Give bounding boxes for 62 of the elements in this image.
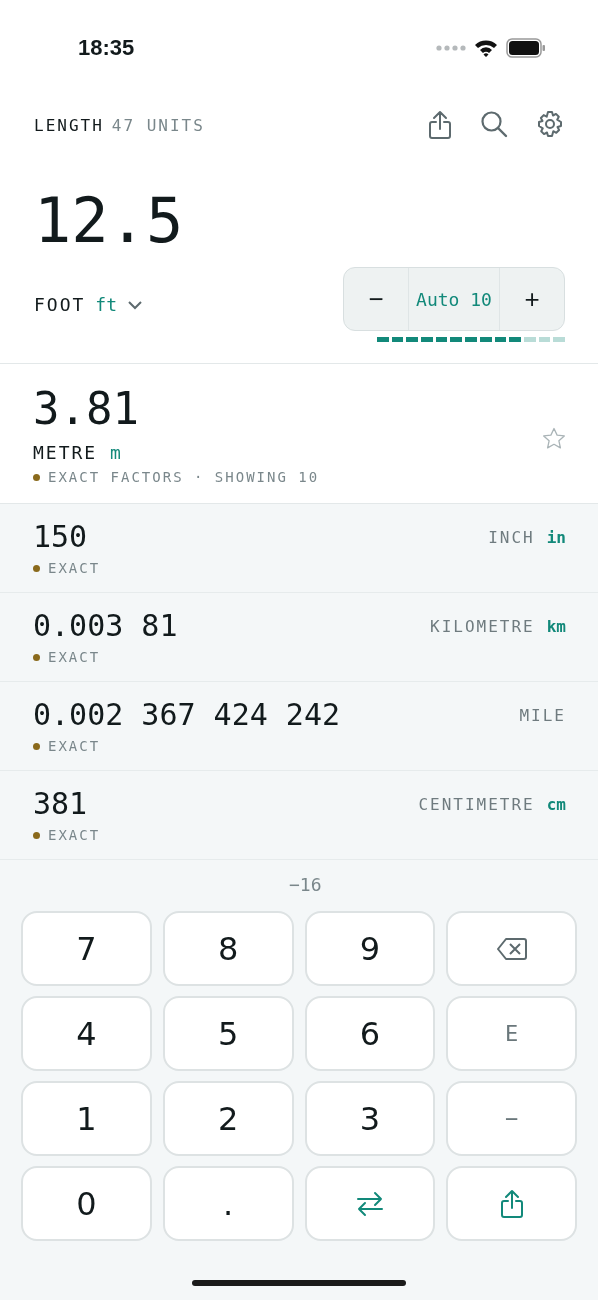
- share-icon: [499, 1188, 524, 1219]
- increase-button[interactable]: +: [500, 268, 564, 330]
- digit-key[interactable]: 4: [21, 996, 152, 1071]
- result-value: 381: [33, 787, 89, 821]
- wifi-icon: [474, 38, 498, 57]
- digit-key[interactable]: 7: [21, 911, 152, 986]
- exponent: −16: [289, 874, 322, 896]
- share-icon: [428, 110, 452, 140]
- unit-count: 47 UNITS: [111, 115, 205, 135]
- unit-picker[interactable]: FOOT ft: [34, 294, 144, 315]
- symbol-key[interactable]: −: [446, 1081, 577, 1156]
- search-icon: [480, 110, 508, 138]
- result-note: EXACT: [48, 827, 101, 843]
- result-row[interactable]: 0.003 81 EXACT KILOMETRE km: [0, 593, 598, 682]
- star-icon[interactable]: [542, 426, 566, 451]
- digit-key[interactable]: 1: [21, 1081, 152, 1156]
- category-title: LENGTH: [34, 115, 104, 135]
- backspace-icon: [496, 936, 527, 961]
- share-key[interactable]: [446, 1166, 577, 1241]
- digit-key[interactable]: 9: [304, 911, 436, 986]
- status-dot: [33, 653, 40, 661]
- input-value[interactable]: 12.5: [0, 155, 598, 267]
- chevron-down-icon: [127, 299, 144, 310]
- result-value: 0.003 81: [33, 609, 178, 643]
- unit-name: METRE m: [33, 442, 122, 463]
- decrease-button[interactable]: −: [344, 268, 408, 330]
- backspace-key[interactable]: [446, 911, 577, 986]
- status-dot: [33, 742, 40, 750]
- unit-name: MILE: [519, 706, 566, 727]
- swap-arrows-icon: [355, 1190, 384, 1217]
- result-value: 3.81: [33, 384, 140, 434]
- result-note: EXACT: [48, 738, 101, 754]
- status-dot: [33, 473, 40, 481]
- result-value: 0.002 367 424 242: [33, 698, 341, 732]
- result-note: EXACT: [48, 649, 101, 665]
- precision-label: Auto 10: [408, 268, 500, 330]
- signal-icon: [436, 44, 466, 51]
- status-dot: [33, 831, 40, 839]
- result-row[interactable]: 0.002 367 424 242 EXACT MILE: [0, 682, 598, 771]
- settings-icon: [536, 110, 564, 138]
- result-row[interactable]: 381 EXACT CENTIMETRE cm: [0, 771, 598, 860]
- digit-key[interactable]: 3: [304, 1081, 436, 1156]
- digit-key[interactable]: .: [162, 1166, 294, 1241]
- unit-name: CENTIMETRE cm: [418, 795, 566, 816]
- digit-key[interactable]: 8: [162, 911, 294, 986]
- digit-key[interactable]: 2: [162, 1081, 294, 1156]
- unit-name: KILOMETRE km: [430, 617, 566, 638]
- battery-icon: [506, 37, 546, 58]
- share-button[interactable]: [428, 110, 452, 140]
- result-note: EXACT FACTORS · SHOWING 10: [48, 469, 320, 485]
- unit-name: INCH in: [488, 528, 566, 549]
- status-time: 18:35: [78, 34, 135, 61]
- digit-key[interactable]: 6: [304, 996, 436, 1071]
- digit-key[interactable]: 5: [162, 996, 294, 1071]
- result-value: 150: [33, 520, 89, 554]
- digit-key[interactable]: 0: [21, 1166, 152, 1241]
- result-row[interactable]: 150 EXACT INCH in: [0, 504, 598, 593]
- symbol-key[interactable]: E: [446, 996, 577, 1071]
- settings-button[interactable]: [536, 110, 564, 140]
- result-note: EXACT: [48, 560, 101, 576]
- search-button[interactable]: [480, 110, 508, 140]
- status-dot: [33, 564, 40, 572]
